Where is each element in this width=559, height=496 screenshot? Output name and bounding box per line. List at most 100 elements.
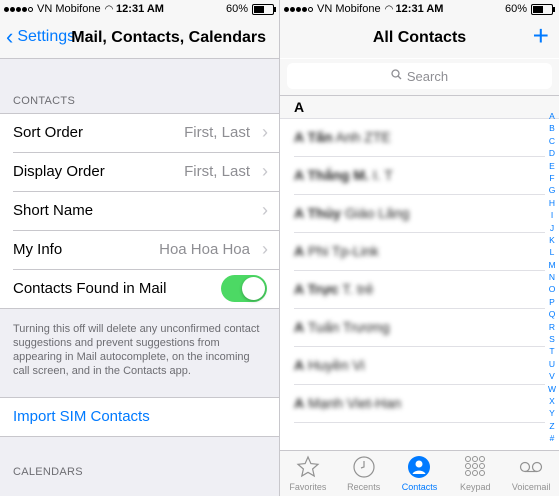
index-letter[interactable]: F bbox=[547, 172, 557, 184]
contacts-section-header: CONTACTS bbox=[13, 95, 76, 107]
row-label: Contacts Found in Mail bbox=[13, 280, 167, 297]
add-contact-button[interactable]: + bbox=[533, 22, 549, 50]
contact-rest: Tuấn Trương bbox=[307, 319, 390, 335]
contact-first: A Tấn bbox=[294, 129, 333, 145]
index-letter[interactable]: E bbox=[547, 160, 557, 172]
status-bar: VN Mobifone ◠ 12:31 AM 60% bbox=[280, 0, 559, 20]
contacts-found-in-mail-row: Contacts Found in Mail bbox=[13, 270, 280, 308]
battery-icon bbox=[252, 3, 276, 15]
contacts-found-in-mail-toggle[interactable] bbox=[221, 275, 267, 302]
search-placeholder: Search bbox=[406, 68, 449, 84]
contact-row[interactable]: A Mạnh Viet-Han bbox=[294, 385, 545, 423]
index-letter[interactable]: H bbox=[547, 197, 557, 209]
contact-rest: Phi Tp-Link bbox=[308, 243, 379, 259]
short-name-row[interactable]: Short Name › bbox=[13, 192, 280, 231]
contact-first: A Trực bbox=[294, 281, 339, 297]
row-value: Hoa Hoa Hoa bbox=[159, 241, 250, 258]
chevron-left-icon: ‹ bbox=[6, 24, 14, 49]
index-letter[interactable]: U bbox=[547, 358, 557, 370]
contact-row[interactable]: A Trực T. trẻ bbox=[294, 271, 545, 309]
section-letter-header: A bbox=[280, 96, 559, 119]
tab-bar: Favorites Recents Contacts Keypad Voicem… bbox=[280, 450, 559, 496]
tab-favorites[interactable]: Favorites bbox=[280, 451, 336, 496]
index-letter[interactable]: # bbox=[547, 432, 557, 444]
index-letter[interactable]: I bbox=[547, 209, 557, 221]
tab-keypad[interactable]: Keypad bbox=[447, 451, 503, 496]
import-sim-row[interactable]: Import SIM Contacts bbox=[0, 397, 280, 437]
contact-row[interactable]: A Tấn Anh ZTE bbox=[294, 119, 545, 157]
alphabet-index[interactable]: A B C D E F G H I J K L M N O P Q R S T U V W X Y Z # bbox=[547, 110, 557, 445]
tab-voicemail[interactable]: Voicemail bbox=[503, 451, 559, 496]
contact-first: A bbox=[294, 357, 305, 373]
contact-row[interactable]: A Phi Tp-Link bbox=[294, 233, 545, 271]
index-letter[interactable]: B bbox=[547, 122, 557, 134]
row-label: Short Name bbox=[13, 202, 94, 219]
contact-row[interactable]: A Thủy Giáo Lăng bbox=[294, 195, 545, 233]
back-button[interactable]: ‹ Settings bbox=[6, 26, 75, 48]
row-label: Display Order bbox=[13, 163, 105, 180]
tab-contacts[interactable]: Contacts bbox=[392, 451, 448, 496]
contact-first: A bbox=[294, 395, 305, 411]
index-letter[interactable]: Z bbox=[547, 420, 557, 432]
clock-icon bbox=[353, 456, 375, 478]
contact-row[interactable]: A Thắng M. I. T bbox=[294, 157, 545, 195]
tab-label: Favorites bbox=[289, 482, 327, 492]
calendars-section-header: CALENDARS bbox=[13, 466, 83, 478]
contact-rest: Giáo Lăng bbox=[344, 205, 410, 221]
search-input[interactable]: Search bbox=[287, 63, 552, 89]
nav-bar: All Contacts + bbox=[280, 20, 559, 58]
contact-first: A Thủy bbox=[294, 205, 341, 221]
index-letter[interactable]: R bbox=[547, 321, 557, 333]
page-title: All Contacts bbox=[372, 29, 467, 46]
index-letter[interactable]: O bbox=[547, 283, 557, 295]
nav-bar: ‹ Settings Mail, Contacts, Calendars bbox=[0, 20, 280, 59]
contact-row[interactable]: A Tuấn Trương bbox=[294, 309, 545, 347]
tab-label: Keypad bbox=[460, 482, 491, 492]
battery-icon bbox=[531, 3, 555, 15]
contact-rest: I. T bbox=[372, 167, 393, 183]
index-letter[interactable]: W bbox=[547, 383, 557, 395]
contacts-settings-group: Sort Order First, Last › Display Order F… bbox=[0, 113, 280, 309]
index-letter[interactable]: L bbox=[547, 246, 557, 258]
row-label: Sort Order bbox=[13, 124, 84, 141]
contact-rest: Anh ZTE bbox=[335, 129, 391, 145]
index-letter[interactable]: G bbox=[547, 184, 557, 196]
row-value: First, Last bbox=[184, 163, 250, 180]
status-bar: VN Mobifone ◠ 12:31 AM 60% bbox=[0, 0, 280, 20]
index-letter[interactable]: M bbox=[547, 259, 557, 271]
keypad-icon bbox=[465, 456, 486, 476]
index-letter[interactable]: N bbox=[547, 271, 557, 283]
sort-order-row[interactable]: Sort Order First, Last › bbox=[13, 114, 280, 153]
voicemail-icon bbox=[519, 461, 543, 473]
battery-percent: 60% bbox=[504, 3, 527, 15]
index-letter[interactable]: C bbox=[547, 135, 557, 147]
page-title: Mail, Contacts, Calendars bbox=[71, 29, 266, 46]
index-letter[interactable]: J bbox=[547, 222, 557, 234]
index-letter[interactable]: K bbox=[547, 234, 557, 246]
chevron-right-icon: › bbox=[262, 200, 268, 220]
index-letter[interactable]: V bbox=[547, 370, 557, 382]
index-letter[interactable]: D bbox=[547, 147, 557, 159]
contacts-screen: VN Mobifone ◠ 12:31 AM 60% All Contacts … bbox=[280, 0, 559, 496]
row-label: My Info bbox=[13, 241, 63, 258]
contact-row[interactable]: A Huyền Vi bbox=[294, 347, 545, 385]
index-letter[interactable]: Q bbox=[547, 308, 557, 320]
contact-rest: T. trẻ bbox=[342, 281, 374, 297]
index-letter[interactable]: X bbox=[547, 395, 557, 407]
contact-rest: Mạnh Viet-Han bbox=[308, 395, 402, 411]
tab-recents[interactable]: Recents bbox=[336, 451, 392, 496]
index-letter[interactable]: T bbox=[547, 345, 557, 357]
index-letter[interactable]: S bbox=[547, 333, 557, 345]
section-footer: Turning this off will delete any unconfi… bbox=[13, 323, 260, 377]
back-label: Settings bbox=[17, 28, 76, 45]
search-bar: Search bbox=[280, 59, 559, 96]
display-order-row[interactable]: Display Order First, Last › bbox=[13, 153, 280, 192]
my-info-row[interactable]: My Info Hoa Hoa Hoa › bbox=[13, 231, 280, 270]
import-sim-contacts-button[interactable]: Import SIM Contacts bbox=[13, 408, 150, 425]
chevron-right-icon: › bbox=[262, 122, 268, 142]
index-letter[interactable]: A bbox=[547, 110, 557, 122]
contact-first: A bbox=[294, 243, 305, 259]
index-letter[interactable]: P bbox=[547, 296, 557, 308]
index-letter[interactable]: Y bbox=[547, 407, 557, 419]
tab-label: Voicemail bbox=[511, 482, 551, 492]
